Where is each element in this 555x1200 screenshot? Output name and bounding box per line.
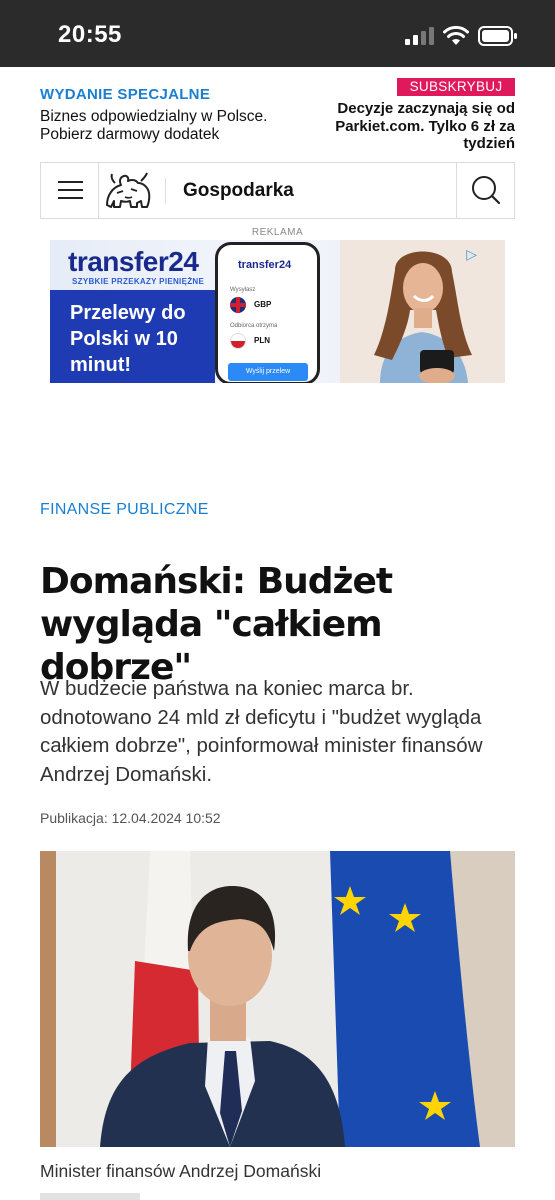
ad-sender-currency: GBP <box>254 300 272 309</box>
article-title: Domański: Budżet wygląda "całkiem dobrze… <box>40 561 393 688</box>
poland-flag-icon <box>230 333 246 349</box>
subscribe-text[interactable]: Decyzje zaczynają się od Parkiet.com. Ty… <box>315 100 515 153</box>
ad-label: REKLAMA <box>251 227 304 238</box>
cellular-signal-icon <box>405 27 434 45</box>
article-category[interactable]: FINANSE PUBLICZNE <box>40 501 209 519</box>
search-icon <box>472 176 501 205</box>
ad-headline: Przelewy do Polski w 10 minut! <box>70 302 186 376</box>
ad-tagline: SZYBKIE PRZEKAZY PIENIĘŻNE <box>72 277 205 286</box>
ad-brand: transfer24 <box>68 246 199 277</box>
publication-date: Publikacja: 12.04.2024 10:52 <box>40 810 221 826</box>
subscribe-button[interactable]: SUBSKRYBUJ <box>397 78 515 96</box>
special-edition-label[interactable]: WYDANIE SPECJALNE <box>40 86 210 103</box>
menu-button[interactable] <box>41 163 99 218</box>
menu-icon <box>58 181 83 183</box>
ad-phone-mockup: transfer24 Wysyłasz GBP Odbiorca otrzyma… <box>215 242 320 383</box>
battery-icon <box>478 26 517 46</box>
search-button[interactable] <box>456 163 514 218</box>
status-time: 20:55 <box>58 21 122 48</box>
next-text-peek <box>40 1193 140 1200</box>
photo-caption: Minister finansów Andrzej Domański <box>40 1161 322 1181</box>
bull-bear-logo-icon[interactable] <box>103 171 153 211</box>
ad-receiver-currency: PLN <box>254 336 270 345</box>
ad-sender-label: Wysyłasz <box>230 287 256 293</box>
adchoices-icon[interactable]: ▷ <box>466 246 477 263</box>
wifi-icon <box>443 25 469 45</box>
section-title[interactable]: Gospodarka <box>183 180 294 202</box>
article-lead: W budżecie państwa na koniec marca br. o… <box>40 677 483 786</box>
ad-banner[interactable]: transfer24 SZYBKIE PRZEKAZY PIENIĘŻNE Pr… <box>50 240 505 383</box>
site-navbar: Gospodarka <box>40 162 515 219</box>
ad-phone-brand: transfer24 <box>238 259 292 271</box>
status-bar: 20:55 <box>0 0 555 67</box>
article-photo[interactable] <box>40 851 515 1147</box>
ad-send-button: Wyślij przelew <box>228 363 308 381</box>
uk-flag-icon <box>230 297 246 313</box>
ad-receiver-label: Odbiorca otrzyma <box>230 323 278 329</box>
special-edition-text[interactable]: Biznes odpowiedzialny w Polsce. Pobierz … <box>40 108 310 144</box>
ad-woman-photo <box>340 240 505 383</box>
